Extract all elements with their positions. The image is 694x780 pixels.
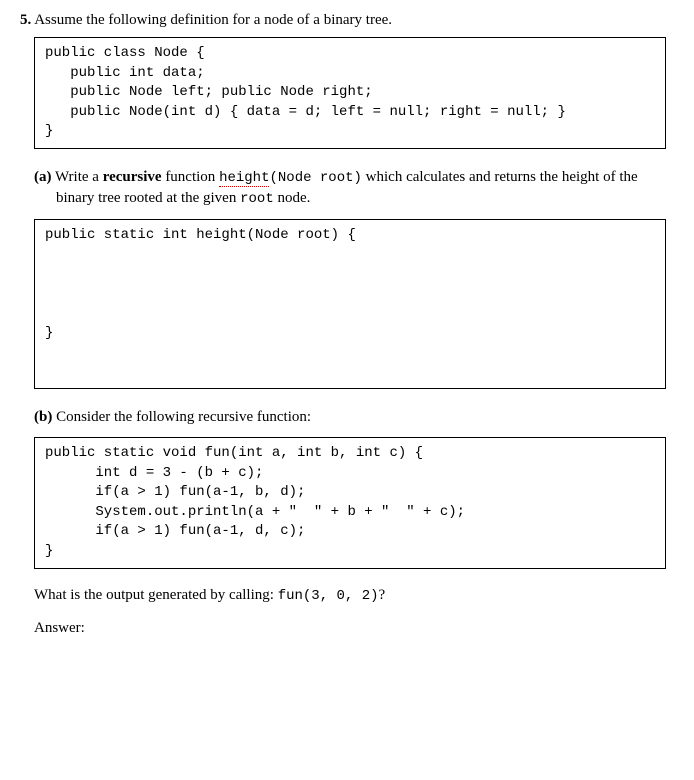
code-line: public Node left; public Node right;: [45, 84, 373, 100]
question-number: 5.: [20, 12, 31, 28]
part-b: (b) Consider the following recursive fun…: [34, 407, 666, 427]
code-line: public int data;: [45, 65, 205, 81]
root-mono: root: [240, 191, 274, 207]
part-a-text: node.: [274, 190, 311, 206]
code-line: if(a > 1) fun(a-1, d, c);: [45, 523, 305, 539]
output-q-text: What is the output generated by calling:: [34, 587, 278, 603]
part-b-label: (b): [34, 409, 52, 425]
code-line: public class Node {: [45, 45, 205, 61]
code-line: if(a > 1) fun(a-1, b, d);: [45, 484, 305, 500]
height-squiggle: height: [219, 170, 269, 187]
code-line: System.out.println(a + " " + b + " " + c…: [45, 504, 465, 520]
part-a-label: (a): [34, 169, 52, 185]
answer-label: Answer:: [34, 620, 666, 637]
code-line: public static int height(Node root) {: [45, 227, 356, 243]
question-intro: Assume the following definition for a no…: [34, 12, 392, 28]
fun-call-mono: fun(3, 0, 2): [278, 588, 379, 604]
part-a-text: function: [162, 169, 220, 185]
code-line: public Node(int d) { data = d; left = nu…: [45, 104, 566, 120]
code-line: public static void fun(int a, int b, int…: [45, 445, 423, 461]
code-line: }: [45, 543, 53, 559]
height-sig: (Node root): [269, 170, 361, 186]
part-a-answer-box: public static int height(Node root) { }: [34, 219, 666, 389]
code-line: }: [45, 325, 53, 341]
output-question: What is the output generated by calling:…: [34, 587, 666, 604]
question-header: 5. Assume the following definition for a…: [20, 12, 666, 29]
code-line: }: [45, 123, 53, 139]
part-b-text: Consider the following recursive functio…: [56, 409, 311, 425]
node-class-codebox: public class Node { public int data; pub…: [34, 37, 666, 149]
part-a-text: Write a: [55, 169, 103, 185]
code-line: int d = 3 - (b + c);: [45, 465, 263, 481]
output-q-text: ?: [379, 587, 386, 603]
recursive-bold: recursive: [103, 169, 162, 185]
fun-function-codebox: public static void fun(int a, int b, int…: [34, 437, 666, 569]
part-a: (a) Write a recursive function height(No…: [34, 167, 666, 209]
